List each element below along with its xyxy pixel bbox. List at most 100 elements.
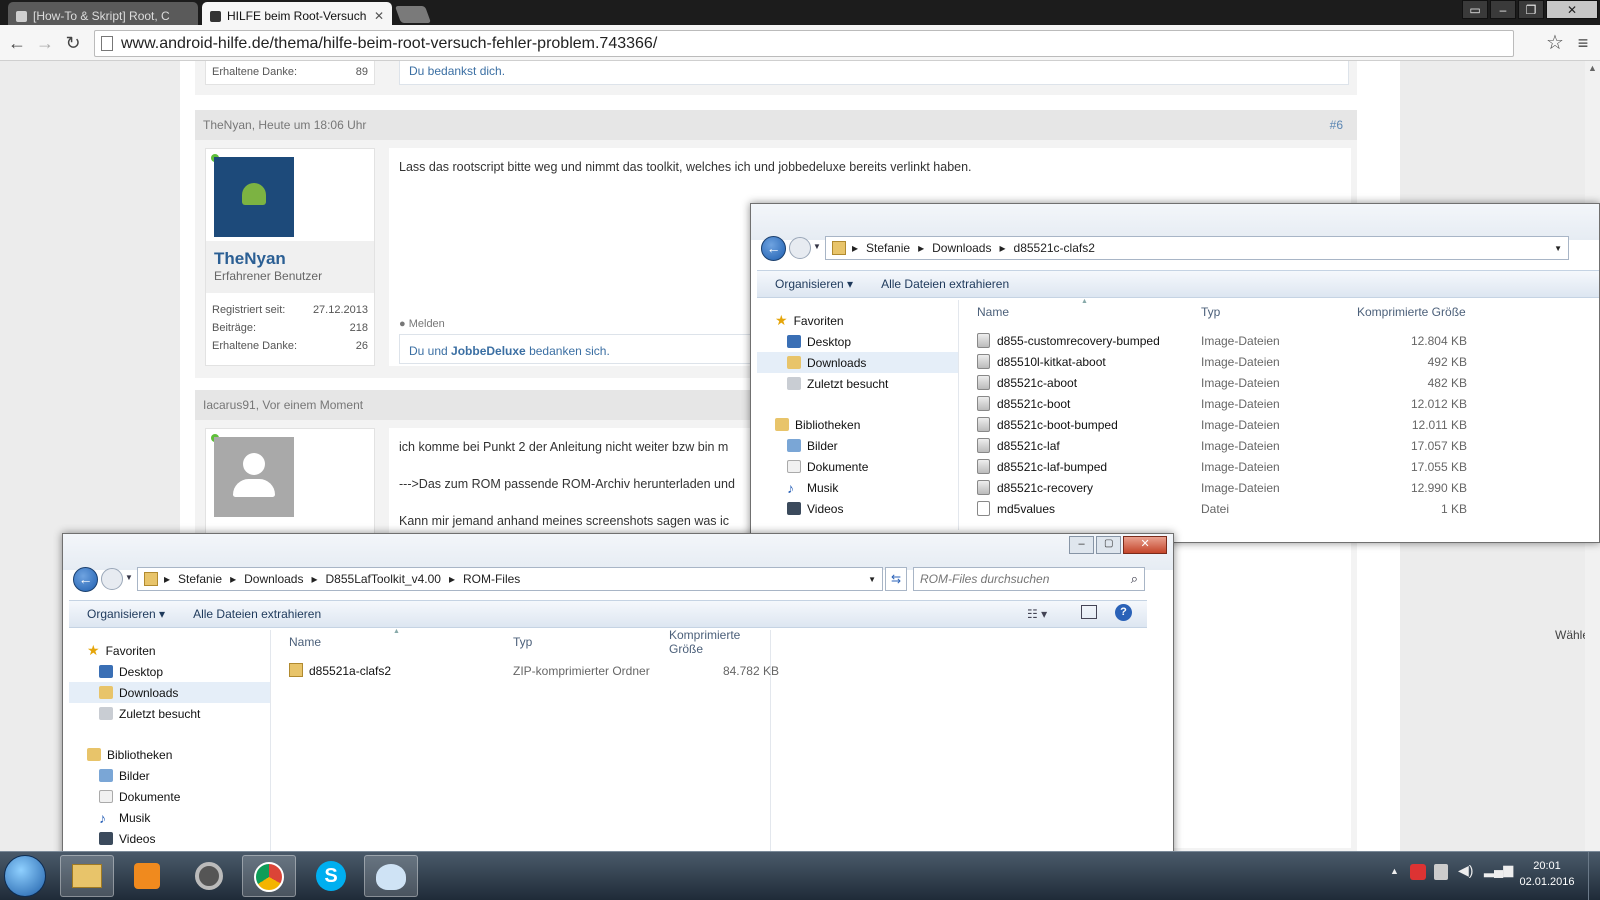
window-titlebar[interactable] [63,534,1173,570]
address-dropdown-icon[interactable]: ▼ [868,575,876,584]
nav-desktop[interactable]: Desktop [69,661,270,682]
file-row[interactable]: d85521c-laf-bumped Image-Dateien 17.055 KB [959,456,1599,477]
address-bar[interactable]: www.android-hilfe.de/thema/hilfe-beim-ro… [94,30,1514,57]
file-row[interactable]: d85521a-clafs2 ZIP-komprimierter Ordner … [271,660,779,681]
nav-music[interactable]: ♪ Musik [757,477,958,498]
window-titlebar[interactable] [751,204,1599,240]
restore-button[interactable]: ❐ [1518,0,1544,19]
help-icon[interactable]: ? [1115,604,1132,621]
taskbar-app-button[interactable] [182,855,236,897]
tab-howto[interactable]: [How-To & Skript] Root, C [8,2,198,25]
organize-button[interactable]: Organisieren ▾ [87,607,165,621]
user-menu-button[interactable]: ▭ [1462,0,1488,19]
address-dropdown-icon[interactable]: ▼ [1554,244,1562,253]
breadcrumb-item[interactable]: Downloads [932,241,991,255]
bookmark-star-icon[interactable]: ☆ [1544,32,1566,54]
post-number-link[interactable]: #6 [1330,118,1343,132]
avatar[interactable] [214,437,294,517]
taskbar-explorer-button[interactable] [60,855,114,897]
taskbar-media-button[interactable] [120,855,174,897]
nav-downloads[interactable]: Downloads [69,682,270,703]
nav-documents[interactable]: Dokumente [757,456,958,477]
forward-arrow-icon[interactable] [789,237,811,259]
nav-recent[interactable]: Zuletzt besucht [757,373,958,394]
breadcrumb-item[interactable]: Downloads [244,572,303,586]
file-row[interactable]: d855-customrecovery-bumped Image-Dateien 1… [959,330,1599,351]
column-size[interactable]: Komprimierte Größe [669,628,770,656]
search-input[interactable] [914,568,1114,590]
column-size[interactable]: Komprimierte Größe [1357,305,1466,319]
tray-app-icon[interactable] [1410,864,1426,880]
preview-pane-icon[interactable] [1081,605,1097,619]
back-arrow-icon[interactable]: ← [73,567,98,592]
close-window-button[interactable]: ✕ [1123,536,1167,554]
file-row[interactable]: d85521c-laf Image-Dateien 17.057 KB [959,435,1599,456]
nav-pictures[interactable]: Bilder [69,765,270,786]
minimize-button[interactable]: – [1490,0,1516,19]
address-breadcrumb[interactable]: ▸ Stefanie ▸ Downloads ▸ D855LafToolkit_v4.… [137,567,883,591]
clock[interactable]: 20:01 02.01.2016 [1516,858,1578,890]
new-tab-button[interactable] [394,6,432,23]
thanks-user-link[interactable]: JobbeDeluxe [451,344,526,358]
show-hidden-icons[interactable]: ▲ [1390,866,1399,876]
reload-icon[interactable]: ↻ [62,32,84,54]
nav-libraries[interactable]: Bibliotheken [69,744,270,765]
file-row[interactable]: d85521c-boot Image-Dateien 12.012 KB [959,393,1599,414]
nav-videos[interactable]: Videos [757,498,958,519]
nav-recent[interactable]: Zuletzt besucht [69,703,270,724]
nav-documents[interactable]: Dokumente [69,786,270,807]
start-button[interactable] [4,855,46,897]
file-row[interactable]: d85521c-aboot Image-Dateien 482 KB [959,372,1599,393]
column-name[interactable]: Name [289,635,321,649]
breadcrumb-item[interactable]: ROM-Files [463,572,520,586]
username-link[interactable]: TheNyan [214,249,286,269]
back-arrow-icon[interactable]: ← [761,236,786,261]
column-name[interactable]: Name [977,305,1009,319]
close-window-button[interactable]: ✕ [1546,0,1598,19]
nav-music[interactable]: ♪ Musik [69,807,270,828]
file-row[interactable]: d85521c-recovery Image-Dateien 12.990 KB [959,477,1599,498]
file-row[interactable]: d85510l-kitkat-aboot Image-Dateien 492 KB [959,351,1599,372]
breadcrumb-item[interactable]: Stefanie [866,241,910,255]
minimize-button[interactable]: – [1069,536,1095,554]
forward-arrow-icon[interactable]: → [34,32,56,54]
breadcrumb-item[interactable]: d85521c-clafs2 [1014,241,1095,255]
show-desktop-button[interactable] [1588,852,1600,900]
history-dropdown-icon[interactable]: ▼ [125,573,133,582]
address-breadcrumb[interactable]: ▸ Stefanie ▸ Downloads ▸ d85521c-clafs2 ▼ [825,236,1569,260]
taskbar-paint-button[interactable] [364,855,418,897]
network-signal-icon[interactable]: ▂▄▆ [1484,862,1513,878]
extract-all-button[interactable]: Alle Dateien extrahieren [193,607,321,621]
avatar[interactable] [214,157,294,237]
nav-libraries[interactable]: Bibliotheken [757,414,958,435]
breadcrumb-item[interactable]: D855LafToolkit_v4.00 [326,572,441,586]
extract-all-button[interactable]: Alle Dateien extrahieren [881,277,1009,291]
nav-videos[interactable]: Videos [69,828,270,849]
tab-hilfe[interactable]: HILFE beim Root-Versuch ✕ [202,2,392,25]
column-type[interactable]: Typ [1201,305,1220,319]
scroll-up-icon[interactable]: ▲ [1585,63,1600,73]
file-row[interactable]: md5values Datei 1 KB [959,498,1599,519]
volume-icon[interactable]: ◀) [1458,862,1473,879]
nav-downloads[interactable]: Downloads [757,352,958,373]
maximize-button[interactable]: ▢ [1096,536,1122,554]
view-options-icon[interactable]: ☷ ▾ [1027,607,1047,621]
back-arrow-icon[interactable]: ← [6,32,28,54]
nav-favorites[interactable]: ★ Favoriten [69,640,270,661]
menu-icon[interactable]: ≡ [1572,32,1594,54]
refresh-icon[interactable]: ⇆ [885,567,907,591]
forward-arrow-icon[interactable] [101,568,123,590]
nav-favorites[interactable]: ★ Favoriten [757,310,958,331]
nav-pictures[interactable]: Bilder [757,435,958,456]
report-link[interactable]: ● Melden [399,318,445,330]
taskbar-skype-button[interactable]: S [304,855,358,897]
breadcrumb-item[interactable]: Stefanie [178,572,222,586]
history-dropdown-icon[interactable]: ▼ [813,242,821,251]
organize-button[interactable]: Organisieren ▾ [775,277,853,291]
taskbar-chrome-button[interactable] [242,855,296,897]
file-row[interactable]: d85521c-boot-bumped Image-Dateien 12.011 K… [959,414,1599,435]
nav-desktop[interactable]: Desktop [757,331,958,352]
column-type[interactable]: Typ [513,635,532,649]
search-box[interactable]: ⌕ [913,567,1145,591]
tab-close-icon[interactable]: ✕ [374,9,384,23]
